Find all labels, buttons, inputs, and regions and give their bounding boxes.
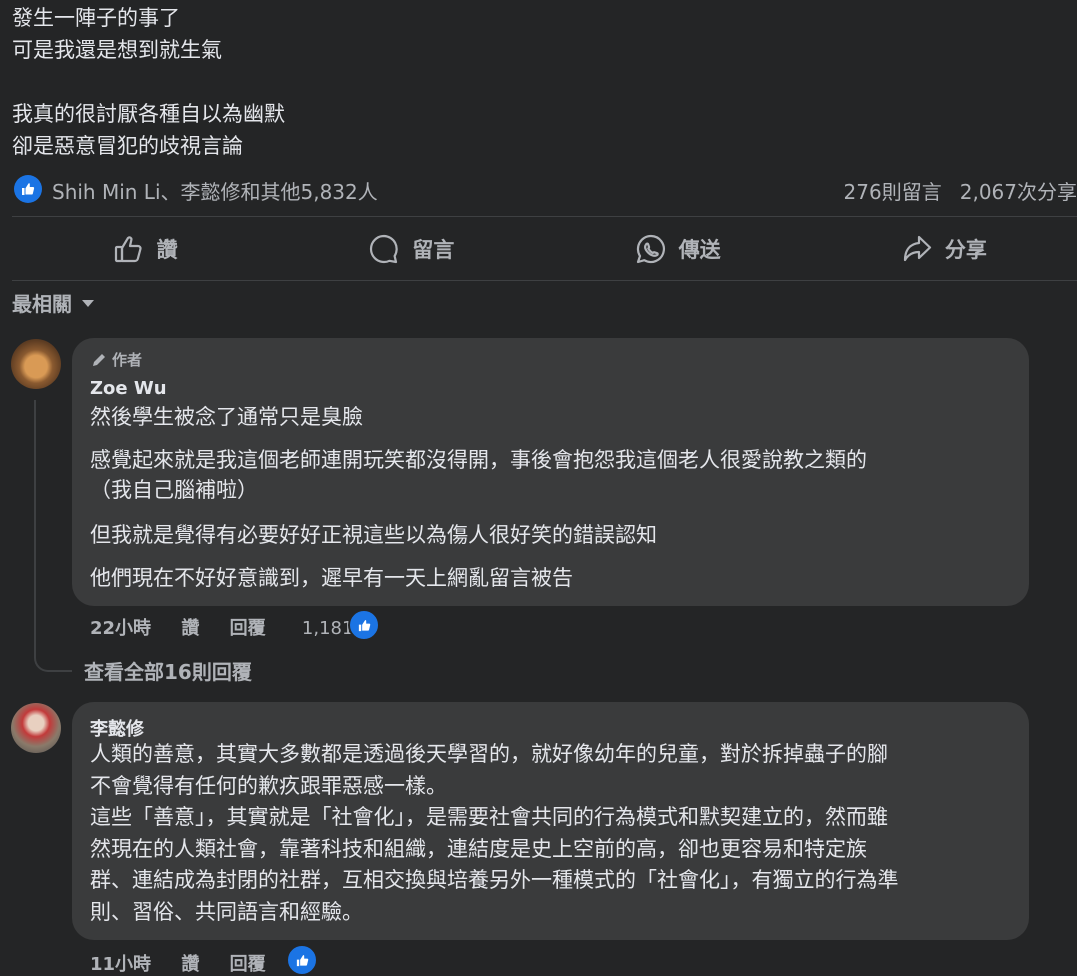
comment-paragraph: 但我就是覺得有必要好好正視這些以為傷人很好笑的錯誤認知 bbox=[90, 523, 657, 547]
post-stats: Shih Min Li、李懿修和其他5,832人 276則留言 2,067次分享 bbox=[12, 172, 1077, 206]
like-reaction-icon[interactable] bbox=[286, 944, 318, 976]
like-label: 讚 bbox=[156, 237, 178, 262]
comment-meta: 11小時 讚 回覆 bbox=[90, 950, 266, 976]
post-line: 我真的很討厭各種自以為幽默 bbox=[12, 102, 285, 126]
comment-button[interactable]: 留言 bbox=[278, 217, 544, 280]
comments-count-link[interactable]: 276則留言 bbox=[844, 180, 942, 204]
comment-bubble: 李懿修 人類的善意，其實大多數都是透過後天學習的，就好像幼年的兒童，對於拆掉蟲子… bbox=[72, 702, 1029, 940]
comment-label: 留言 bbox=[412, 237, 455, 262]
comment-text: 人類的善意，其實大多數都是透過後天學習的，就好像幼年的兒童，對於拆掉蟲子的腳 不… bbox=[90, 742, 899, 924]
comment-sort-dropdown[interactable]: 最相關 bbox=[12, 288, 96, 317]
like-button[interactable]: 讚 bbox=[12, 217, 278, 280]
sort-label: 最相關 bbox=[12, 292, 72, 316]
pencil-icon bbox=[93, 353, 105, 366]
comment-bubble-icon bbox=[370, 234, 399, 263]
send-button[interactable]: 傳送 bbox=[545, 217, 811, 280]
view-all-replies-link[interactable]: 查看全部16則回覆 bbox=[84, 656, 252, 685]
post-line: 發生一陣子的事了 bbox=[12, 6, 180, 30]
share-label: 分享 bbox=[944, 237, 987, 262]
send-label: 傳送 bbox=[678, 237, 721, 262]
comment-timestamp[interactable]: 22小時 bbox=[90, 618, 151, 639]
divider bbox=[12, 280, 1077, 281]
comment-bubble: 作者 Zoe Wu 然後學生被念了通常只是臭臉 感覺起來就是我這個老師連開玩笑都… bbox=[72, 338, 1029, 606]
post-counts: 276則留言 2,067次分享 bbox=[826, 176, 1077, 205]
post-line bbox=[12, 66, 285, 98]
post-action-bar: 讚 留言 傳送 分享 bbox=[12, 217, 1077, 280]
comment-paragraph: 他們現在不好好意識到，遲早有一天上網亂留言被告 bbox=[90, 566, 573, 590]
author-badge: 作者 bbox=[90, 349, 142, 370]
like-reaction-icon[interactable] bbox=[14, 175, 42, 203]
like-reaction-icon[interactable] bbox=[348, 609, 380, 641]
reply-thread-line bbox=[34, 400, 72, 672]
avatar[interactable] bbox=[11, 703, 61, 753]
share-arrow-icon bbox=[903, 235, 931, 261]
messenger-icon bbox=[636, 234, 665, 263]
post-line: 可是我還是想到就生氣 bbox=[12, 38, 222, 62]
comment-paragraph: 然後學生被念了通常只是臭臉 bbox=[90, 405, 363, 429]
author-badge-label: 作者 bbox=[112, 351, 143, 369]
comment-reaction-count[interactable]: 1,181 bbox=[302, 618, 354, 639]
commenter-name[interactable]: Zoe Wu bbox=[90, 378, 167, 399]
reactors-link[interactable]: Shih Min Li、李懿修和其他5,832人 bbox=[52, 176, 378, 205]
thumbs-up-icon bbox=[114, 235, 142, 262]
comment-reply-button[interactable]: 回覆 bbox=[230, 618, 266, 639]
share-button[interactable]: 分享 bbox=[811, 217, 1077, 280]
caret-down-icon bbox=[82, 299, 94, 307]
avatar[interactable] bbox=[11, 339, 61, 389]
comment-meta: 22小時 讚 回覆 1,181 bbox=[90, 614, 353, 640]
comment-paragraph: 感覺起來就是我這個老師連開玩笑都沒得開，事後會抱怨我這個老人很愛說教之類的 （我… bbox=[90, 448, 867, 502]
comment-like-button[interactable]: 讚 bbox=[181, 618, 199, 639]
commenter-name[interactable]: 李懿修 bbox=[90, 715, 144, 741]
shares-count-link[interactable]: 2,067次分享 bbox=[960, 180, 1077, 204]
post-text: 發生一陣子的事了 可是我還是想到就生氣 我真的很討厭各種自以為幽默 卻是惡意冒犯… bbox=[12, 2, 285, 162]
post-line: 卻是惡意冒犯的歧視言論 bbox=[12, 134, 243, 158]
